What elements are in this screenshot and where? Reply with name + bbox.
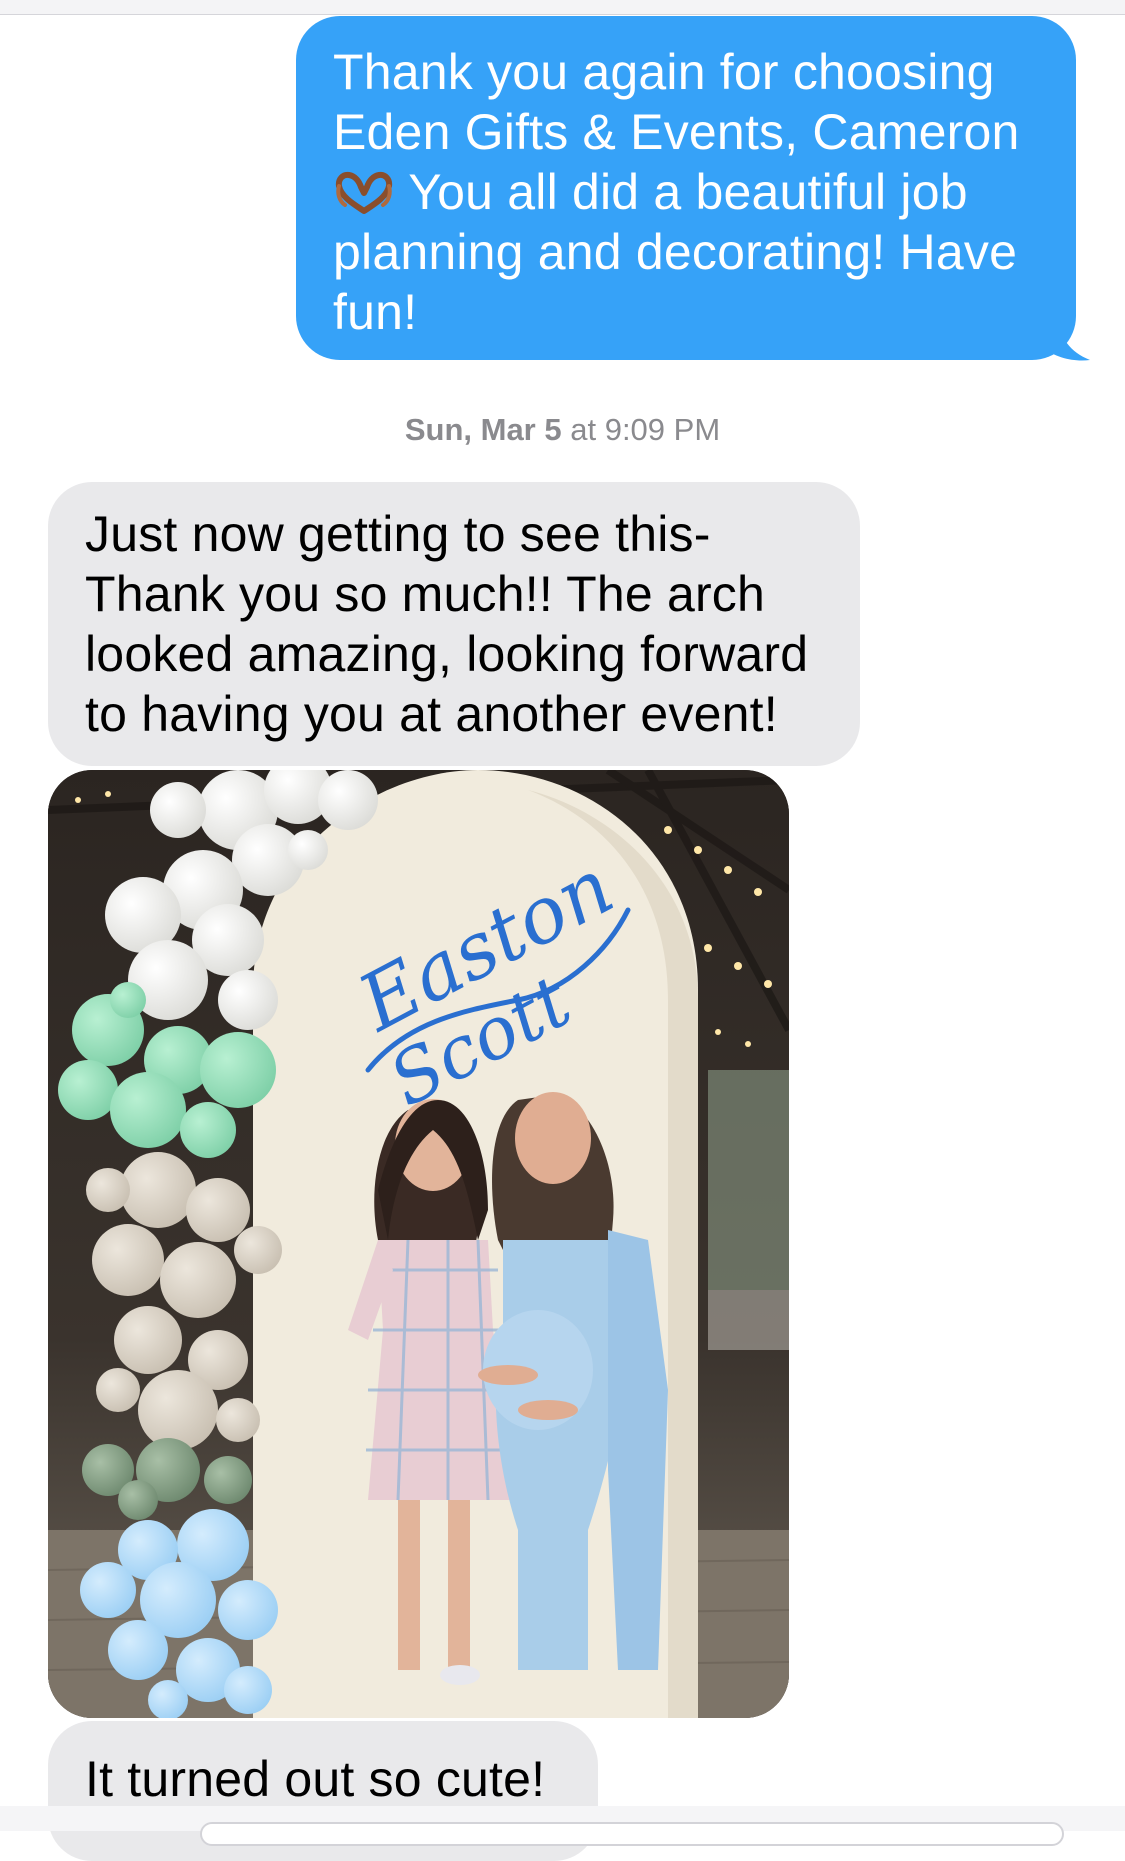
sent-message-text: You all did a beautiful job: [395, 164, 968, 220]
sent-message-line: planning and decorating! Have: [333, 224, 1018, 280]
received-message-line: Thank you so much!! The arch: [85, 566, 766, 622]
sent-message-line: Thank you again for choosing: [333, 44, 995, 100]
timestamp-day: Sun, Mar 5: [404, 412, 562, 447]
received-message-line: Just now getting to see this-: [85, 506, 711, 562]
sent-message-line: You all did a beautiful job: [333, 162, 1044, 222]
received-message-line: to having you at another event!: [85, 686, 778, 742]
top-bar: [0, 0, 1125, 15]
heart-hands-icon: [333, 168, 395, 214]
received-message-line: looked amazing, looking forward: [85, 626, 809, 682]
event-photo: Easton Scott: [48, 770, 789, 1718]
message-timestamp: Sun, Mar 5 at 9:09 PM: [0, 412, 1125, 448]
timestamp-time: 9:09 PM: [604, 412, 721, 447]
message-input[interactable]: [200, 1822, 1064, 1846]
received-message-line: It turned out so cute!: [85, 1751, 546, 1807]
sent-message-line: fun!: [333, 284, 418, 340]
sent-message-bubble[interactable]: Thank you again for choosing Eden Gifts …: [296, 16, 1076, 360]
timestamp-at: at: [561, 412, 605, 447]
photo-attachment[interactable]: Easton Scott: [48, 770, 789, 1718]
received-message-bubble[interactable]: Just now getting to see this- Thank you …: [48, 482, 860, 766]
sent-message-line: Eden Gifts & Events, Cameron: [333, 104, 1020, 160]
sent-bubble-tail: [1040, 318, 1090, 361]
